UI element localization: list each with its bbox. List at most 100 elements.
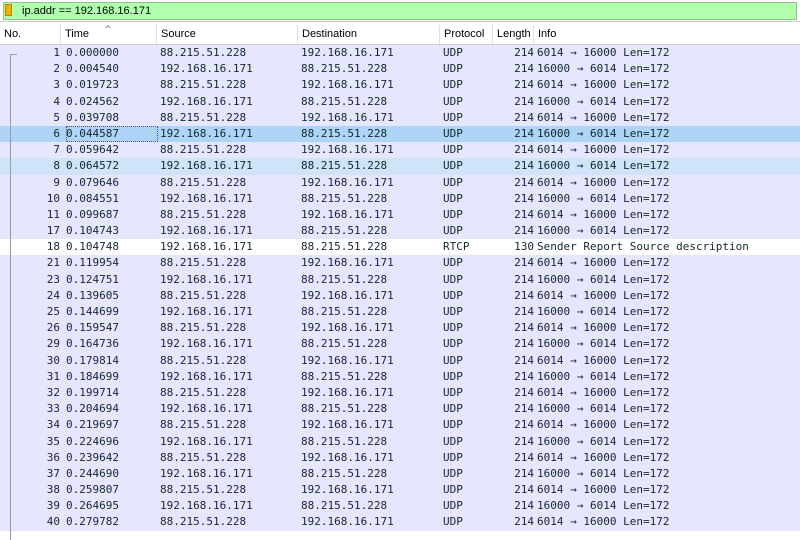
packet-row[interactable]: 11 0.099687 88.215.51.228 192.168.16.171 UDP…: [0, 206, 800, 224]
packet-number: 31: [46, 369, 60, 383]
packet-row[interactable]: 30 0.179814 88.215.51.228 192.168.16.171 UDP…: [0, 352, 800, 369]
packet-row[interactable]: 37 0.244690 192.168.16.171 88.215.51.228 UDP…: [0, 465, 800, 483]
packet-row[interactable]: 5 0.039708 88.215.51.228 192.168.16.171 UDP 2…: [0, 109, 800, 126]
packet-row[interactable]: 2 0.004540 192.168.16.171 88.215.51.228 UDP 2…: [0, 61, 800, 78]
packet-info: 6014 → 16000 Len=172: [537, 207, 670, 221]
packet-length: 214: [514, 256, 534, 270]
packet-row[interactable]: 6 0.044587 192.168.16.171 88.215.51.228 UDP 2…: [0, 125, 800, 143]
packet-info: 16000 → 6014 Len=172: [537, 434, 670, 448]
packet-row[interactable]: 4 0.024562 192.168.16.171 88.215.51.228 UDP 2…: [0, 93, 800, 110]
packet-number: 9: [53, 175, 60, 189]
packet-source: 88.215.51.228: [160, 143, 247, 157]
packet-source: 192.168.16.171: [160, 337, 253, 351]
column-header-length[interactable]: Length: [493, 25, 534, 44]
packet-number: 24: [46, 288, 60, 302]
packet-row[interactable]: 26 0.159547 88.215.51.228 192.168.16.171 UDP…: [0, 320, 800, 337]
packet-row[interactable]: 39 0.264695 192.168.16.171 88.215.51.228 UDP…: [0, 498, 800, 515]
packet-row[interactable]: 32 0.199714 88.215.51.228 192.168.16.171 UDP…: [0, 384, 800, 402]
packet-source: 88.215.51.228: [160, 515, 247, 529]
column-header-protocol[interactable]: Protocol: [440, 25, 493, 44]
packet-time: 0.279782: [66, 515, 119, 529]
packet-row[interactable]: 25 0.144699 192.168.16.171 88.215.51.228 UDP…: [0, 304, 800, 321]
packet-time: 0.104743: [66, 224, 119, 238]
packet-source: 192.168.16.171: [160, 402, 253, 416]
packet-length: 214: [514, 191, 534, 205]
packet-time: 0.019723: [66, 78, 119, 92]
packet-number: 3: [53, 78, 60, 92]
packet-destination: 88.215.51.228: [301, 369, 388, 383]
packet-protocol: UDP: [443, 321, 463, 335]
packet-number: 17: [46, 224, 60, 238]
packet-length: 214: [514, 402, 534, 416]
packet-row[interactable]: 33 0.204694 192.168.16.171 88.215.51.228 UDP…: [0, 401, 800, 418]
packet-row[interactable]: 34 0.219697 88.215.51.228 192.168.16.171 UDP…: [0, 417, 800, 434]
packet-row[interactable]: 8 0.064572 192.168.16.171 88.215.51.228 UDP 2…: [0, 158, 800, 175]
packet-info: 16000 → 6014 Len=172: [537, 191, 670, 205]
packet-info: 6014 → 16000 Len=172: [537, 288, 670, 302]
packet-protocol: UDP: [443, 46, 463, 59]
packet-info: 16000 → 6014 Len=172: [537, 466, 670, 480]
packet-protocol: UDP: [443, 143, 463, 157]
packet-destination: 88.215.51.228: [301, 191, 388, 205]
packet-length: 214: [514, 62, 534, 76]
bookmark-icon[interactable]: [5, 4, 12, 16]
packet-row[interactable]: 1 0.000000 88.215.51.228 192.168.16.171 UDP 2…: [0, 45, 800, 62]
packet-destination: 88.215.51.228: [301, 337, 388, 351]
packet-time: 0.139605: [66, 288, 119, 302]
packet-time: 0.264695: [66, 499, 119, 513]
column-header-info[interactable]: Info: [534, 25, 800, 44]
packet-row[interactable]: 23 0.124751 192.168.16.171 88.215.51.228 UDP…: [0, 271, 800, 288]
packet-row[interactable]: 36 0.239642 88.215.51.228 192.168.16.171 UDP…: [0, 449, 800, 466]
packet-destination: 192.168.16.171: [301, 78, 394, 92]
packet-length: 214: [514, 515, 534, 529]
packet-row[interactable]: 35 0.224696 192.168.16.171 88.215.51.228 UDP…: [0, 433, 800, 450]
packet-time: 0.159547: [66, 321, 119, 335]
packet-protocol: UDP: [443, 515, 463, 529]
packet-row[interactable]: 24 0.139605 88.215.51.228 192.168.16.171 UDP…: [0, 287, 800, 304]
packet-number: 11: [46, 207, 60, 221]
packet-number: 6: [53, 126, 60, 140]
packet-row[interactable]: 31 0.184699 192.168.16.171 88.215.51.228 UDP…: [0, 368, 800, 385]
conversation-tree-cap: [10, 54, 17, 55]
packet-row[interactable]: 21 0.119954 88.215.51.228 192.168.16.171 UDP…: [0, 255, 800, 272]
packet-time: 0.144699: [66, 305, 119, 318]
packet-protocol: UDP: [443, 305, 463, 318]
packet-info: 6014 → 16000 Len=172: [537, 143, 670, 157]
packet-destination: 192.168.16.171: [301, 483, 394, 497]
packet-time: 0.099687: [66, 207, 119, 221]
packet-time: 0.039708: [66, 110, 119, 124]
packet-protocol: UDP: [443, 159, 463, 173]
column-header-source[interactable]: Source: [157, 25, 298, 44]
packet-time: 0.104748: [66, 240, 119, 254]
packet-row[interactable]: 40 0.279782 88.215.51.228 192.168.16.171 UDP…: [0, 514, 800, 531]
column-header-no[interactable]: No.: [0, 25, 61, 44]
packet-destination: 88.215.51.228: [301, 466, 388, 480]
packet-destination: 192.168.16.171: [301, 385, 394, 399]
packet-destination: 192.168.16.171: [301, 175, 394, 189]
packet-protocol: UDP: [443, 337, 463, 351]
packet-destination: 192.168.16.171: [301, 207, 394, 221]
packet-number: 26: [46, 321, 60, 335]
column-header-destination[interactable]: Destination: [298, 25, 440, 44]
packet-number: 33: [46, 402, 60, 416]
packet-row[interactable]: 7 0.059642 88.215.51.228 192.168.16.171 UDP 2…: [0, 142, 800, 159]
packet-info: 6014 → 16000 Len=172: [537, 418, 670, 432]
packet-length: 214: [514, 353, 534, 367]
packet-time: 0.259807: [66, 483, 119, 497]
packet-row[interactable]: 10 0.084551 192.168.16.171 88.215.51.228 UDP…: [0, 190, 800, 207]
packet-source: 192.168.16.171: [160, 191, 253, 205]
packet-row[interactable]: 18 0.104748 192.168.16.171 88.215.51.228 RTC…: [0, 239, 800, 256]
packet-info: 6014 → 16000 Len=172: [537, 385, 670, 399]
packet-destination: 88.215.51.228: [301, 159, 388, 173]
packet-number: 36: [46, 450, 60, 464]
packet-row[interactable]: 3 0.019723 88.215.51.228 192.168.16.171 UDP 2…: [0, 77, 800, 94]
packet-source: 88.215.51.228: [160, 418, 247, 432]
display-filter-input[interactable]: ip.addr == 192.168.16.171: [3, 2, 797, 20]
packet-destination: 192.168.16.171: [301, 450, 394, 464]
packet-source: 88.215.51.228: [160, 321, 247, 335]
packet-row[interactable]: 38 0.259807 88.215.51.228 192.168.16.171 UDP…: [0, 482, 800, 499]
packet-row[interactable]: 29 0.164736 192.168.16.171 88.215.51.228 UDP…: [0, 336, 800, 353]
packet-row[interactable]: 9 0.079646 88.215.51.228 192.168.16.171 UDP 2…: [0, 174, 800, 191]
packet-row[interactable]: 17 0.104743 192.168.16.171 88.215.51.228 UDP…: [0, 223, 800, 240]
packet-destination: 88.215.51.228: [301, 126, 388, 140]
